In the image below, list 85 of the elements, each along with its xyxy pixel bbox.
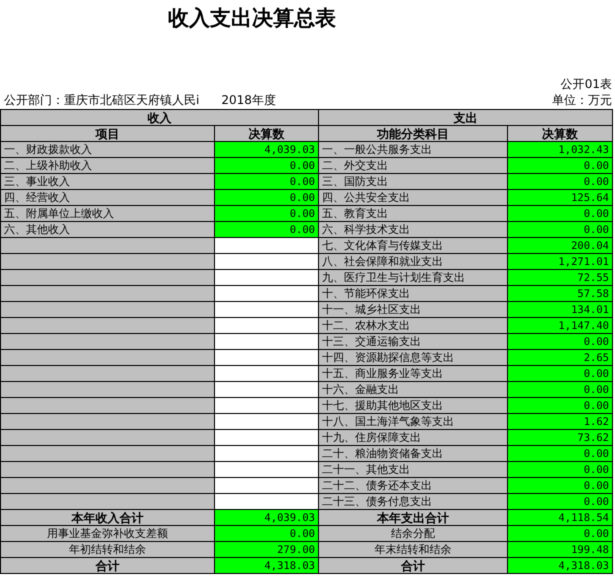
year-label: 2018年度 bbox=[221, 92, 276, 109]
column-header: 项目 bbox=[0, 126, 214, 142]
table-cell: 五、教育支出 bbox=[318, 206, 508, 222]
table-cell: 4,118.54 bbox=[508, 510, 612, 526]
table-cell: 0.00 bbox=[508, 174, 612, 190]
table-cell: 200.04 bbox=[508, 238, 612, 254]
table-cell: 七、文化体育与传媒支出 bbox=[318, 238, 508, 254]
table-cell: 0.00 bbox=[508, 382, 612, 398]
table-cell: 0.00 bbox=[214, 222, 318, 238]
column-header: 决算数 bbox=[508, 126, 612, 142]
table-cell: 合计 bbox=[318, 558, 508, 574]
table-cell: 二、上级补助收入 bbox=[0, 158, 214, 174]
table-cell: 十一、城乡社区支出 bbox=[318, 302, 508, 318]
table-cell: 0.00 bbox=[508, 526, 612, 542]
table-cell: 五、附属单位上缴收入 bbox=[0, 206, 214, 222]
table-cell: 0.00 bbox=[214, 158, 318, 174]
table-cell: 一、一般公共服务支出 bbox=[318, 142, 508, 158]
table-cell: 十四、资源勘探信息等支出 bbox=[318, 350, 508, 366]
table-cell: 十、节能环保支出 bbox=[318, 286, 508, 302]
table-cell: 57.58 bbox=[508, 286, 612, 302]
table-cell: 73.62 bbox=[508, 430, 612, 446]
column-header: 决算数 bbox=[214, 126, 318, 142]
column-header: 功能分类科目 bbox=[318, 126, 508, 142]
table-cell: 三、国防支出 bbox=[318, 174, 508, 190]
table-cell: 六、科学技术支出 bbox=[318, 222, 508, 238]
table-cell: 0.00 bbox=[214, 206, 318, 222]
table-cell: 199.48 bbox=[508, 542, 612, 558]
table-cell: 1,032.43 bbox=[508, 142, 612, 158]
table-cell: 0.00 bbox=[214, 190, 318, 206]
table-cell: 4,318.03 bbox=[214, 558, 318, 574]
table-cell: 三、事业收入 bbox=[0, 174, 214, 190]
table-cell: 二十、粮油物资储备支出 bbox=[318, 446, 508, 462]
table-cell: 1,271.01 bbox=[508, 254, 612, 270]
table-cell: 十六、金融支出 bbox=[318, 382, 508, 398]
table-cell: 十八、国土海洋气象等支出 bbox=[318, 414, 508, 430]
table-cell: 二十三、债务付息支出 bbox=[318, 494, 508, 510]
table-cell: 72.55 bbox=[508, 270, 612, 286]
table-cell: 本年支出合计 bbox=[318, 510, 508, 526]
table-cell: 134.01 bbox=[508, 302, 612, 318]
table-cell: 年初结转和结余 bbox=[0, 542, 214, 558]
table-cell: 0.00 bbox=[508, 222, 612, 238]
table-cell: 0.00 bbox=[508, 478, 612, 494]
table-cell: 0.00 bbox=[508, 446, 612, 462]
table-cell: 九、医疗卫生与计划生育支出 bbox=[318, 270, 508, 286]
table-cell: 八、社会保障和就业支出 bbox=[318, 254, 508, 270]
table-cell: 结余分配 bbox=[318, 526, 508, 542]
unit-label: 单位：万元 bbox=[552, 92, 612, 109]
table-cell: 四、经营收入 bbox=[0, 190, 214, 206]
department-label: 公开部门：重庆市北碚区天府镇人民i bbox=[4, 92, 200, 109]
table-cell: 0.00 bbox=[214, 526, 318, 542]
table-cell: 四、公共安全支出 bbox=[318, 190, 508, 206]
table-cell: 年末结转和结余 bbox=[318, 542, 508, 558]
table-cell: 本年收入合计 bbox=[0, 510, 214, 526]
table-cell: 六、其他收入 bbox=[0, 222, 214, 238]
table-cell: 0.00 bbox=[214, 174, 318, 190]
section-header: 收入 bbox=[0, 110, 318, 126]
table-cell: 2.65 bbox=[508, 350, 612, 366]
table-cell: 二十二、债务还本支出 bbox=[318, 478, 508, 494]
table-cell: 0.00 bbox=[508, 462, 612, 478]
table-cell: 二、外交支出 bbox=[318, 158, 508, 174]
table-cell: 二十一、其他支出 bbox=[318, 462, 508, 478]
table-cell: 279.00 bbox=[214, 542, 318, 558]
table-cell: 0.00 bbox=[508, 398, 612, 414]
report-title: 收入支出决算总表 bbox=[168, 5, 336, 32]
table-cell: 0.00 bbox=[508, 206, 612, 222]
table-cell: 0.00 bbox=[508, 158, 612, 174]
table-cell: 0.00 bbox=[508, 334, 612, 350]
table-cell: 125.64 bbox=[508, 190, 612, 206]
form-code: 公开01表 bbox=[560, 76, 612, 92]
table-cell: 合计 bbox=[0, 558, 214, 574]
table-cell: 1,147.40 bbox=[508, 318, 612, 334]
table-cell: 十九、住房保障支出 bbox=[318, 430, 508, 446]
table-cell: 十五、商业服务业等支出 bbox=[318, 366, 508, 382]
table-cell: 十七、援助其他地区支出 bbox=[318, 398, 508, 414]
table-cell: 4,039.03 bbox=[214, 142, 318, 158]
table-cell: 一、财政拨款收入 bbox=[0, 142, 214, 158]
table-cell: 0.00 bbox=[508, 494, 612, 510]
table-cell: 1.62 bbox=[508, 414, 612, 430]
table-cell: 4,039.03 bbox=[214, 510, 318, 526]
table-cell: 0.00 bbox=[508, 366, 612, 382]
table-cell: 十二、农林水支出 bbox=[318, 318, 508, 334]
section-header: 支出 bbox=[318, 110, 612, 126]
table-cell: 十三、交通运输支出 bbox=[318, 334, 508, 350]
table-cell: 4,318.03 bbox=[508, 558, 612, 574]
table-cell: 用事业基金弥补收支差额 bbox=[0, 526, 214, 542]
